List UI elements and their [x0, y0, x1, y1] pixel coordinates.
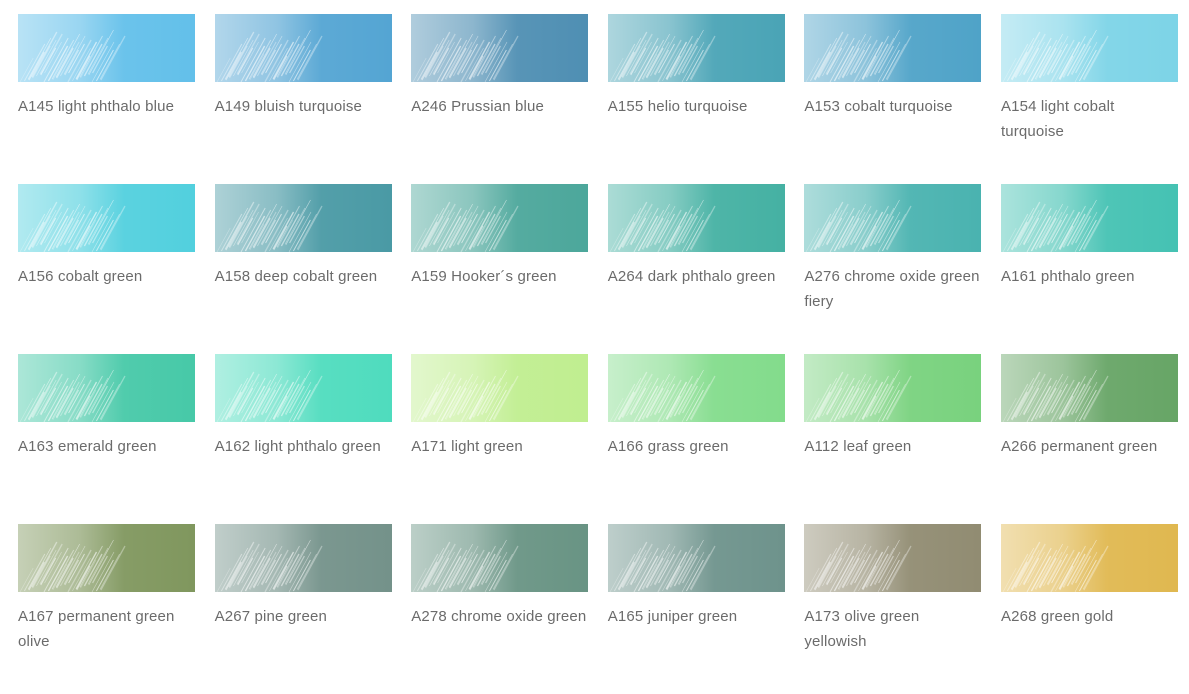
swatch-texture: [18, 184, 195, 252]
swatch-label: A156 cobalt green: [18, 268, 143, 285]
color-swatch[interactable]: [1000, 184, 1178, 252]
color-swatch[interactable]: [804, 354, 982, 422]
swatch-card[interactable]: A165 juniper green: [607, 524, 785, 694]
swatch-card[interactable]: A155 helio turquoise: [607, 14, 785, 184]
swatch-label: A266 permanent green: [1000, 438, 1158, 455]
swatch-texture: [804, 14, 982, 82]
swatch-card[interactable]: A149 bluish turquoise: [214, 14, 392, 184]
swatch-card[interactable]: A266 permanent green: [1000, 354, 1178, 524]
swatch-texture: [411, 184, 589, 252]
swatch-label: A159 Hooker´s green: [411, 268, 557, 285]
color-swatch[interactable]: [1000, 354, 1178, 422]
swatch-card[interactable]: A173 olive green yellowish: [804, 524, 982, 694]
swatch-card[interactable]: A156 cobalt green: [18, 184, 195, 354]
swatch-card[interactable]: A264 dark phthalo green: [607, 184, 785, 354]
color-swatch[interactable]: [804, 14, 982, 82]
swatch-label: A165 juniper green: [607, 608, 738, 625]
swatch-texture: [804, 354, 982, 422]
swatch-label: A163 emerald green: [18, 438, 157, 455]
color-swatch[interactable]: [214, 524, 392, 592]
color-swatch[interactable]: [214, 14, 392, 82]
color-swatch[interactable]: [607, 14, 785, 82]
swatch-card[interactable]: A154 light cobalt turquoise: [1000, 14, 1178, 184]
swatch-card[interactable]: A145 light phthalo blue: [18, 14, 195, 184]
swatch-texture: [214, 524, 392, 592]
swatch-label: A166 grass green: [607, 438, 729, 455]
swatch-label: A153 cobalt turquoise: [804, 98, 953, 115]
swatch-label: A145 light phthalo blue: [18, 98, 175, 115]
swatch-card[interactable]: A267 pine green: [214, 524, 392, 694]
swatch-label: A264 dark phthalo green: [607, 268, 776, 285]
color-swatch[interactable]: [411, 354, 589, 422]
color-swatch[interactable]: [18, 354, 195, 422]
swatch-texture: [607, 184, 785, 252]
swatch-label: A158 deep cobalt green: [214, 268, 378, 285]
swatch-texture: [607, 14, 785, 82]
swatch-texture: [804, 184, 982, 252]
swatch-texture: [1000, 354, 1178, 422]
swatch-card[interactable]: A246 Prussian blue: [411, 14, 589, 184]
color-swatch[interactable]: [1000, 14, 1178, 82]
swatch-texture: [18, 524, 195, 592]
swatch-card[interactable]: A166 grass green: [607, 354, 785, 524]
swatch-label: A154 light cobalt turquoise: [1000, 98, 1115, 140]
swatch-label: A149 bluish turquoise: [214, 98, 363, 115]
swatch-label: A268 green gold: [1000, 608, 1114, 625]
swatch-texture: [607, 524, 785, 592]
swatch-card[interactable]: A163 emerald green: [18, 354, 195, 524]
color-swatch[interactable]: [804, 524, 982, 592]
swatch-label: A155 helio turquoise: [607, 98, 748, 115]
swatch-label: A167 permanent green olive: [18, 608, 175, 650]
swatch-card[interactable]: A276 chrome oxide green fiery: [804, 184, 982, 354]
swatch-texture: [1000, 14, 1178, 82]
swatch-texture: [411, 524, 589, 592]
swatch-card[interactable]: A162 light phthalo green: [214, 354, 392, 524]
swatch-card[interactable]: A167 permanent green olive: [18, 524, 195, 694]
swatch-texture: [607, 354, 785, 422]
color-swatch[interactable]: [411, 524, 589, 592]
color-swatch[interactable]: [18, 184, 195, 252]
color-swatch[interactable]: [804, 184, 982, 252]
color-swatch[interactable]: [18, 14, 195, 82]
color-swatch[interactable]: [18, 524, 195, 592]
color-swatch[interactable]: [607, 354, 785, 422]
swatch-label: A161 phthalo green: [1000, 268, 1135, 285]
swatch-texture: [214, 354, 392, 422]
swatch-card[interactable]: A161 phthalo green: [1000, 184, 1178, 354]
color-swatch[interactable]: [607, 184, 785, 252]
color-swatch[interactable]: [214, 184, 392, 252]
swatch-label: A112 leaf green: [804, 438, 912, 455]
color-swatch[interactable]: [1000, 524, 1178, 592]
swatch-card[interactable]: A153 cobalt turquoise: [804, 14, 982, 184]
swatch-card[interactable]: A158 deep cobalt green: [214, 184, 392, 354]
swatch-label: A278 chrome oxide green: [411, 608, 587, 625]
color-swatch[interactable]: [411, 184, 589, 252]
swatch-card[interactable]: A278 chrome oxide green: [411, 524, 589, 694]
swatch-texture: [804, 524, 982, 592]
swatch-card[interactable]: A171 light green: [411, 354, 589, 524]
swatch-texture: [214, 14, 392, 82]
color-swatch-grid: A145 light phthalo blue A149 bluish turq…: [18, 14, 1178, 694]
swatch-label: A276 chrome oxide green fiery: [804, 268, 980, 310]
swatch-label: A162 light phthalo green: [214, 438, 381, 455]
swatch-texture: [214, 184, 392, 252]
swatch-texture: [1000, 524, 1178, 592]
color-swatch[interactable]: [607, 524, 785, 592]
swatch-texture: [18, 14, 195, 82]
swatch-label: A246 Prussian blue: [411, 98, 544, 115]
swatch-texture: [411, 14, 589, 82]
swatch-texture: [18, 354, 195, 422]
color-swatch[interactable]: [411, 14, 589, 82]
swatch-texture: [411, 354, 589, 422]
swatch-label: A267 pine green: [214, 608, 327, 625]
swatch-card[interactable]: A159 Hooker´s green: [411, 184, 589, 354]
swatch-card[interactable]: A268 green gold: [1000, 524, 1178, 694]
swatch-texture: [1000, 184, 1178, 252]
color-swatch[interactable]: [214, 354, 392, 422]
swatch-card[interactable]: A112 leaf green: [804, 354, 982, 524]
swatch-label: A173 olive green yellowish: [804, 608, 920, 650]
swatch-label: A171 light green: [411, 438, 523, 455]
